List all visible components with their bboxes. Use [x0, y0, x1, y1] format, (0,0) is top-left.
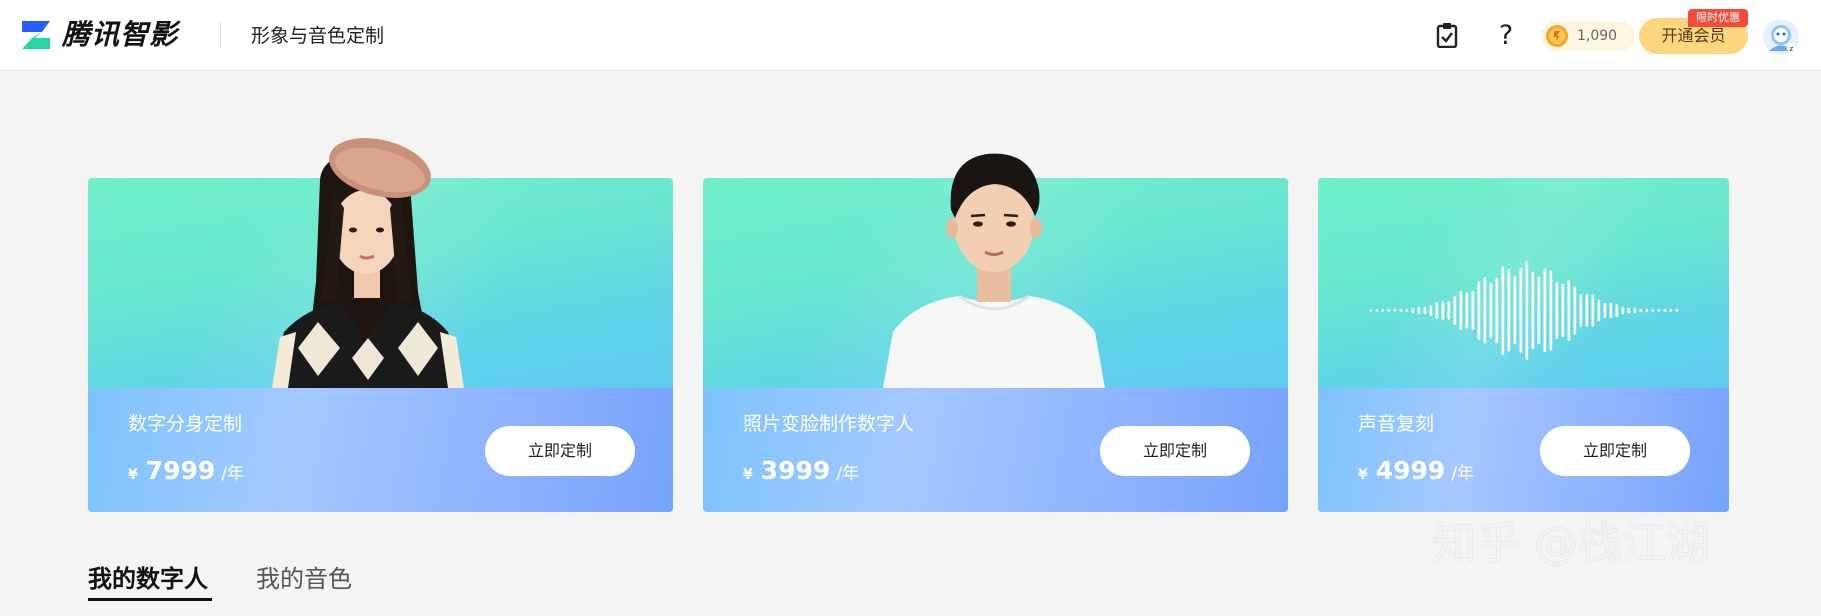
- sound-wave-icon: [1369, 261, 1679, 360]
- wave-bar: [1375, 309, 1379, 312]
- wave-bar: [1561, 283, 1565, 338]
- wave-bar: [1411, 307, 1415, 314]
- top-bar: 腾讯智影 形象与音色定制 ? 1,090 开通会员 限时优惠 z: [0, 0, 1821, 71]
- coin-count: 1,090: [1577, 28, 1618, 44]
- wave-bar: [1525, 261, 1529, 360]
- card-price: ¥7999/年: [128, 456, 244, 485]
- card-title: 照片变脸制作数字人: [743, 413, 915, 435]
- card-digital-avatar[interactable]: 数字分身定制 ¥7999/年 立即定制: [88, 138, 673, 512]
- wave-bar: [1657, 309, 1661, 312]
- price-currency: ¥: [743, 467, 753, 483]
- wave-bar: [1573, 286, 1577, 335]
- price-unit: /年: [1451, 464, 1475, 484]
- wave-bar: [1369, 309, 1373, 312]
- wave-bar: [1417, 307, 1421, 314]
- page-title: 形象与音色定制: [251, 25, 385, 47]
- wave-bar: [1621, 306, 1625, 315]
- wave-bar: [1471, 290, 1475, 330]
- wave-bar: [1513, 276, 1517, 345]
- wave-bar: [1495, 277, 1499, 344]
- wave-bar: [1381, 309, 1385, 312]
- woman-portrait-image: [272, 138, 464, 388]
- man-portrait-image: [883, 153, 1105, 388]
- wave-bar: [1531, 271, 1535, 350]
- wave-bar: [1651, 309, 1655, 312]
- wave-bar: [1435, 302, 1439, 319]
- price-unit: /年: [836, 464, 860, 484]
- wave-bar: [1615, 304, 1619, 317]
- wave-bar: [1399, 309, 1403, 312]
- price-amount: 7999: [145, 456, 216, 485]
- wave-bar: [1501, 266, 1505, 355]
- customize-now-button[interactable]: 立即定制: [1540, 426, 1690, 476]
- price-unit: /年: [221, 464, 245, 484]
- wave-bar: [1639, 308, 1643, 313]
- card-price: ¥4999/年: [1358, 456, 1474, 485]
- tab-my-voices[interactable]: 我的音色: [256, 563, 352, 595]
- wave-bar: [1519, 267, 1523, 354]
- wave-bar: [1585, 294, 1589, 327]
- coin-balance[interactable]: 1,090: [1541, 21, 1635, 51]
- wave-bar: [1591, 294, 1595, 327]
- wave-bar: [1423, 307, 1427, 315]
- wave-bar: [1567, 280, 1571, 341]
- active-tab-indicator: [88, 598, 212, 601]
- wave-bar: [1387, 309, 1391, 312]
- avatar[interactable]: z: [1762, 18, 1800, 56]
- logo-icon[interactable]: [20, 18, 54, 52]
- wave-bar: [1447, 301, 1451, 320]
- wave-bar: [1543, 268, 1547, 353]
- promo-badge: 限时优惠: [1688, 9, 1748, 27]
- wave-bar: [1549, 270, 1553, 351]
- card-photo-to-avatar[interactable]: 照片变脸制作数字人 ¥3999/年 立即定制: [703, 153, 1288, 512]
- wave-bar: [1555, 282, 1559, 339]
- price-currency: ¥: [1358, 467, 1368, 483]
- customize-now-button[interactable]: 立即定制: [485, 426, 635, 476]
- wave-bar: [1663, 309, 1667, 312]
- watermark-text: 知乎 @栈江湖: [1432, 518, 1710, 569]
- wave-bar: [1627, 307, 1631, 314]
- card-title: 数字分身定制: [128, 413, 243, 435]
- wave-bar: [1609, 302, 1613, 319]
- wave-bar: [1405, 309, 1409, 312]
- wave-bar: [1453, 296, 1457, 325]
- wave-bar: [1489, 282, 1493, 339]
- help-button[interactable]: ?: [1491, 19, 1521, 51]
- wave-bar: [1507, 269, 1511, 352]
- wave-bar: [1669, 309, 1673, 312]
- wave-bar: [1633, 307, 1637, 314]
- wave-bar: [1429, 305, 1433, 316]
- card-price: ¥3999/年: [743, 456, 859, 485]
- wave-bar: [1393, 309, 1397, 312]
- wave-bar: [1579, 294, 1583, 327]
- price-currency: ¥: [128, 467, 138, 483]
- wave-bar: [1483, 277, 1487, 344]
- tasks-button[interactable]: [1432, 20, 1462, 50]
- wave-bar: [1477, 281, 1481, 340]
- wave-bar: [1459, 291, 1463, 330]
- card-voice-clone[interactable]: 声音复刻 ¥4999/年 立即定制: [1318, 178, 1729, 512]
- wave-bar: [1537, 276, 1541, 345]
- price-amount: 3999: [760, 456, 831, 485]
- wave-bar: [1597, 299, 1601, 322]
- wave-bar: [1603, 303, 1607, 318]
- help-icon: ?: [1498, 19, 1514, 51]
- brand-name[interactable]: 腾讯智影: [62, 15, 178, 55]
- header-divider: [220, 22, 221, 48]
- price-amount: 4999: [1375, 456, 1446, 485]
- tab-my-avatars[interactable]: 我的数字人: [88, 563, 208, 595]
- wave-bar: [1465, 292, 1469, 329]
- wave-bar: [1645, 309, 1649, 312]
- clipboard-check-icon: [1436, 23, 1458, 48]
- wave-bar: [1675, 309, 1679, 312]
- customize-now-button[interactable]: 立即定制: [1100, 426, 1250, 476]
- coin-icon: [1546, 25, 1568, 47]
- wave-bar: [1441, 301, 1445, 320]
- card-title: 声音复刻: [1358, 413, 1435, 435]
- svg-text:z: z: [1790, 45, 1794, 53]
